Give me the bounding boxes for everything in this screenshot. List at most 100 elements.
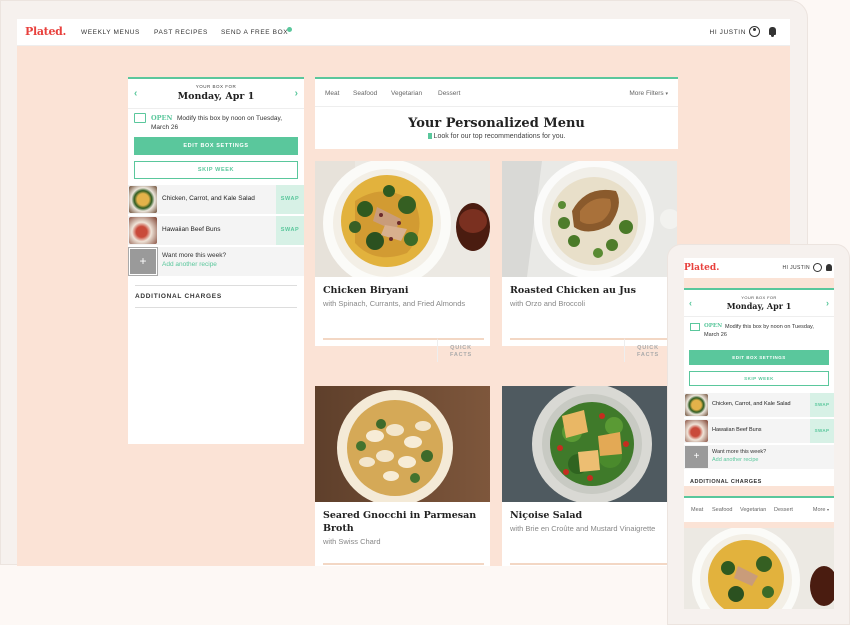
open-status-label: OPEN bbox=[704, 323, 723, 329]
box-recipe-row: Chicken, Carrot, and Kale Salad SWAP bbox=[684, 393, 834, 417]
menu-subtitle-text: Look for our top recommendations for you… bbox=[433, 133, 566, 140]
recipe-image[interactable] bbox=[502, 386, 677, 502]
box-for-label: YOUR BOX FOR bbox=[741, 295, 777, 300]
more-filters-label: More bbox=[812, 507, 826, 513]
divider bbox=[135, 285, 297, 286]
mobile-screen: Plated. HI JUSTIN ‹ YOUR BOX FOR Monday,… bbox=[684, 258, 834, 609]
nav-weekly-menus[interactable]: WEEKLY MENUS bbox=[81, 29, 140, 36]
box-icon bbox=[134, 113, 146, 123]
recipe-title[interactable]: Roasted Chicken au Jus bbox=[510, 284, 672, 297]
recipe-title[interactable]: Seared Gnocchi in Parmesan Broth bbox=[323, 509, 485, 535]
add-recipe-row[interactable]: + Want more this week? Add another recip… bbox=[128, 247, 304, 276]
mobile-top-bar: Plated. HI JUSTIN bbox=[684, 258, 834, 278]
your-box-panel: ‹ YOUR BOX FOR Monday, Apr 1 › Modify th… bbox=[684, 288, 834, 486]
chevron-right-icon[interactable]: › bbox=[295, 88, 298, 99]
box-status-row: Modify this box by noon on Tuesday, Marc… bbox=[128, 109, 304, 133]
top-navigation-bar: Plated. WEEKLY MENUS PAST RECIPES SEND A… bbox=[17, 19, 790, 46]
bookmark-icon bbox=[427, 133, 432, 139]
box-recipe-row: Chicken, Carrot, and Kale Salad SWAP bbox=[128, 185, 304, 214]
recipe-image[interactable] bbox=[315, 386, 490, 502]
user-account-icon[interactable] bbox=[749, 26, 760, 37]
card-progress-bar bbox=[510, 563, 671, 565]
card-progress-bar bbox=[323, 338, 437, 340]
recipe-name[interactable]: Chicken, Carrot, and Kale Salad bbox=[712, 401, 791, 407]
swap-button[interactable]: SWAP bbox=[810, 393, 834, 417]
swap-button[interactable]: SWAP bbox=[810, 419, 834, 443]
filter-vegetarian[interactable]: Vegetarian bbox=[740, 507, 766, 513]
filter-dessert[interactable]: Dessert bbox=[774, 507, 793, 513]
recipe-thumbnail[interactable] bbox=[685, 420, 708, 442]
open-status-label: OPEN bbox=[151, 114, 173, 122]
divider bbox=[684, 316, 834, 317]
box-date: Monday, Apr 1 bbox=[177, 91, 255, 102]
add-another-recipe-link[interactable]: Add another recipe bbox=[162, 261, 217, 268]
filter-meat[interactable]: Meat bbox=[691, 507, 703, 513]
notification-dot bbox=[287, 27, 292, 32]
recipe-thumbnail[interactable] bbox=[129, 186, 157, 213]
recipe-card[interactable]: Seared Gnocchi in Parmesan Broth with Sw… bbox=[315, 386, 490, 566]
recipe-description: with Brie en Croûte and Mustard Vinaigre… bbox=[510, 524, 656, 533]
recipe-name[interactable]: Hawaiian Beef Buns bbox=[712, 427, 762, 433]
quick-facts-button[interactable]: QUICK FACTS bbox=[437, 338, 484, 362]
mobile-device: Plated. HI JUSTIN ‹ YOUR BOX FOR Monday,… bbox=[667, 244, 850, 625]
recipe-image[interactable] bbox=[502, 161, 677, 277]
plated-logo[interactable]: Plated. bbox=[25, 25, 66, 38]
box-recipe-row: Hawaiian Beef Buns SWAP bbox=[128, 216, 304, 245]
chevron-right-icon[interactable]: › bbox=[826, 298, 829, 308]
quick-facts-button[interactable]: QUICK FACTS bbox=[624, 338, 671, 362]
add-another-recipe-link[interactable]: Add another recipe bbox=[712, 457, 758, 463]
divider bbox=[135, 307, 297, 308]
additional-charges-heading[interactable]: ADDITIONAL CHARGES bbox=[135, 293, 222, 300]
nav-past-recipes[interactable]: PAST RECIPES bbox=[154, 29, 208, 36]
swap-button[interactable]: SWAP bbox=[276, 185, 304, 214]
more-filters-dropdown[interactable]: More ▾ bbox=[813, 507, 829, 513]
more-filters-dropdown[interactable]: More Filters ▾ bbox=[629, 90, 668, 97]
filter-seafood[interactable]: Seafood bbox=[712, 507, 733, 513]
swap-button[interactable]: SWAP bbox=[276, 216, 304, 245]
box-for-label: YOUR BOX FOR bbox=[195, 84, 237, 89]
recipe-card[interactable]: Niçoise Salad with Brie en Croûte and Mu… bbox=[502, 386, 677, 566]
recipe-title[interactable]: Chicken Biryani bbox=[323, 284, 485, 297]
user-greeting[interactable]: HI JUSTIN bbox=[783, 265, 811, 271]
want-more-text: Want more this week? bbox=[162, 252, 227, 259]
recipe-description: with Swiss Chard bbox=[323, 537, 381, 546]
recipe-thumbnail[interactable] bbox=[685, 394, 708, 416]
chevron-down-icon: ▾ bbox=[826, 507, 829, 512]
box-icon bbox=[690, 323, 700, 331]
edit-box-settings-button[interactable]: EDIT BOX SETTINGS bbox=[689, 350, 829, 365]
chevron-down-icon: ▾ bbox=[665, 91, 668, 97]
recipe-image[interactable] bbox=[684, 528, 834, 609]
bell-notification-icon[interactable] bbox=[769, 27, 776, 37]
additional-charges-heading[interactable]: ADDITIONAL CHARGES bbox=[690, 479, 762, 485]
plus-icon[interactable]: + bbox=[685, 446, 708, 468]
filter-bar: Meat Seafood Vegetarian Dessert More Fil… bbox=[315, 79, 678, 107]
recipe-image[interactable] bbox=[315, 161, 490, 277]
recipe-name[interactable]: Chicken, Carrot, and Kale Salad bbox=[162, 195, 255, 202]
filter-vegetarian[interactable]: Vegetarian bbox=[391, 90, 422, 97]
card-progress-bar bbox=[510, 338, 624, 340]
filter-dessert[interactable]: Dessert bbox=[438, 90, 460, 97]
card-progress-bar bbox=[323, 563, 484, 565]
recipe-title[interactable]: Niçoise Salad bbox=[510, 509, 672, 522]
skip-week-button[interactable]: SKIP WEEK bbox=[689, 371, 829, 386]
recipe-description: with Orzo and Broccoli bbox=[510, 299, 586, 308]
recipe-description: with Spinach, Currants, and Fried Almond… bbox=[323, 299, 466, 308]
box-recipe-row: Hawaiian Beef Buns SWAP bbox=[684, 419, 834, 443]
recipe-card[interactable]: Chicken Biryani with Spinach, Currants, … bbox=[315, 161, 490, 362]
filter-seafood[interactable]: Seafood bbox=[353, 90, 377, 97]
recipe-name[interactable]: Hawaiian Beef Buns bbox=[162, 226, 221, 233]
user-greeting[interactable]: HI JUSTIN bbox=[710, 29, 746, 36]
recipe-card[interactable]: Roasted Chicken au Jus with Orzo and Bro… bbox=[502, 161, 677, 362]
add-recipe-row[interactable]: + Want more this week? Add another recip… bbox=[684, 445, 834, 469]
box-date: Monday, Apr 1 bbox=[726, 301, 792, 311]
recipe-thumbnail[interactable] bbox=[129, 217, 157, 244]
menu-title: Your Personalized Menu bbox=[408, 116, 585, 131]
plated-logo[interactable]: Plated. bbox=[684, 263, 719, 273]
plus-icon[interactable]: + bbox=[128, 247, 158, 276]
filter-meat[interactable]: Meat bbox=[325, 90, 339, 97]
edit-box-settings-button[interactable]: EDIT BOX SETTINGS bbox=[134, 137, 298, 155]
skip-week-button[interactable]: SKIP WEEK bbox=[134, 161, 298, 179]
nav-send-free-box[interactable]: SEND A FREE BOX bbox=[221, 29, 288, 36]
bell-notification-icon[interactable] bbox=[826, 264, 832, 271]
user-account-icon[interactable] bbox=[813, 263, 822, 272]
